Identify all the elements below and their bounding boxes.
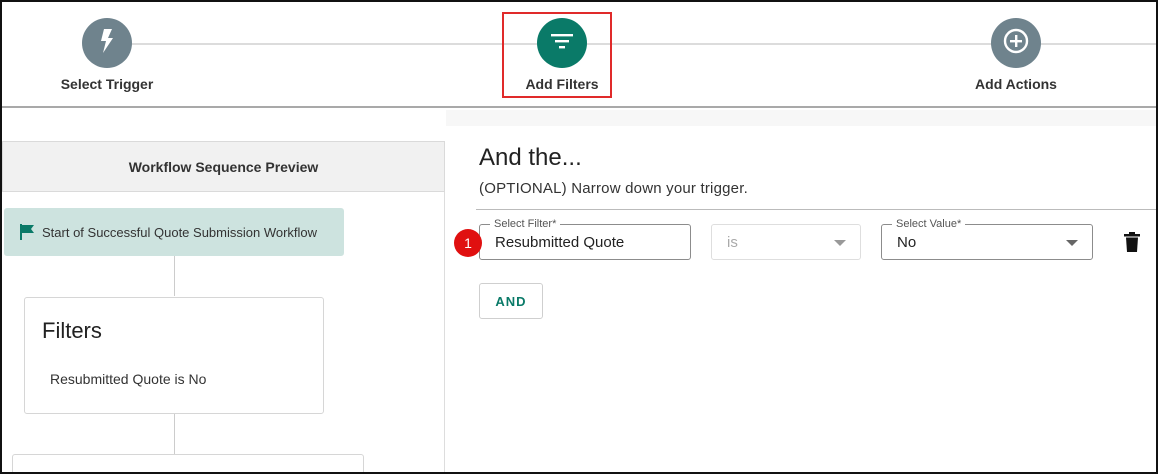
filters-card[interactable]: Filters Resubmitted Quote is No bbox=[24, 297, 324, 414]
start-node[interactable]: Start of Successful Quote Submission Wor… bbox=[4, 208, 344, 256]
step-add-actions[interactable]: Add Actions bbox=[946, 18, 1086, 92]
workflow-stepper: Select Trigger Add Filters Add Actions bbox=[2, 2, 1156, 108]
next-card[interactable] bbox=[12, 454, 364, 472]
select-filter-value: Resubmitted Quote bbox=[495, 234, 625, 251]
panel-top-strip bbox=[446, 110, 1156, 126]
connector-line bbox=[174, 256, 175, 296]
plus-circle-icon bbox=[1003, 28, 1029, 59]
step-number-badge: 1 bbox=[454, 229, 482, 257]
divider bbox=[476, 209, 1156, 210]
connector-line bbox=[174, 414, 175, 454]
workflow-editor: Select Trigger Add Filters Add Actions W… bbox=[0, 0, 1158, 474]
select-value-label: Select Value* bbox=[892, 218, 966, 230]
select-filter-dropdown[interactable]: Select Filter* Resubmitted Quote bbox=[479, 218, 691, 260]
preview-header: Workflow Sequence Preview bbox=[2, 141, 445, 192]
select-value-dropdown[interactable]: Select Value* No bbox=[881, 218, 1093, 260]
operator-value: is bbox=[727, 234, 738, 251]
step-label: Add Actions bbox=[975, 76, 1057, 92]
chevron-down-icon bbox=[1066, 240, 1078, 246]
step-select-trigger[interactable]: Select Trigger bbox=[37, 18, 177, 92]
filters-card-title: Filters bbox=[42, 318, 102, 343]
step-label: Select Trigger bbox=[60, 76, 154, 92]
active-step-highlight bbox=[502, 12, 612, 98]
filter-panel-subtitle: (OPTIONAL) Narrow down your trigger. bbox=[479, 180, 748, 197]
filter-panel-title: And the... bbox=[479, 144, 582, 171]
select-value-value: No bbox=[897, 234, 917, 251]
and-button[interactable]: AND bbox=[479, 283, 543, 319]
chevron-down-icon bbox=[834, 240, 846, 246]
operator-dropdown[interactable]: is bbox=[711, 224, 861, 260]
trash-icon[interactable] bbox=[1122, 231, 1142, 253]
start-node-label: Start of Successful Quote Submission Wor… bbox=[42, 224, 318, 240]
select-filter-label: Select Filter* bbox=[490, 218, 561, 230]
step-circle bbox=[82, 18, 132, 68]
filters-card-description: Resubmitted Quote is No bbox=[50, 371, 207, 387]
flag-icon bbox=[20, 224, 34, 240]
step-circle bbox=[991, 18, 1041, 68]
workflow-preview-panel: Workflow Sequence Preview Start of Succe… bbox=[2, 141, 445, 472]
lightning-bolt-icon bbox=[99, 28, 115, 58]
